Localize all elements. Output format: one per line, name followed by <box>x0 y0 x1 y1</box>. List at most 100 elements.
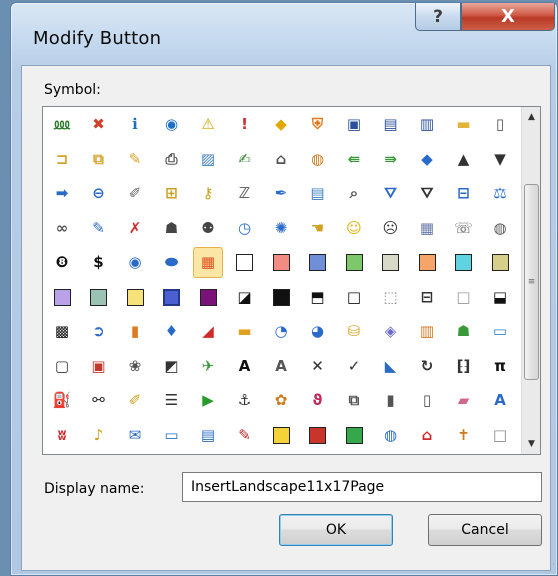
symbol-cell[interactable]: ⁅⁆ <box>449 351 479 382</box>
title-bar[interactable]: Modify Button ? X <box>11 3 557 63</box>
symbol-cell[interactable]: ⧉ <box>84 144 114 175</box>
symbol-cell[interactable]: □ <box>339 282 369 313</box>
symbol-cell[interactable]: ◉ <box>157 109 187 140</box>
symbol-cell[interactable]: ϑ <box>303 385 333 416</box>
symbol-cell[interactable]: ☰ <box>157 385 187 416</box>
symbol-cell[interactable]: ⊟ <box>449 178 479 209</box>
symbol-cell[interactable]: □ <box>485 420 515 451</box>
symbol-cell[interactable] <box>47 282 77 313</box>
symbol-cell[interactable]: ▲ <box>449 144 479 175</box>
symbol-cell[interactable]: ⬬ <box>157 247 187 278</box>
symbol-cell[interactable]: ▣ <box>339 109 369 140</box>
symbol-cell[interactable] <box>157 282 187 313</box>
symbol-cell[interactable]: ▨ <box>193 144 223 175</box>
symbol-cell[interactable]: ⚓ <box>230 385 260 416</box>
symbol-cell[interactable]: ◕ <box>303 316 333 347</box>
symbol-cell[interactable]: ➡ <box>47 178 77 209</box>
symbol-cell[interactable]: ▬ <box>449 109 479 140</box>
symbol-cell[interactable] <box>303 420 333 451</box>
symbol-cell[interactable]: ▰ <box>449 385 479 416</box>
symbol-cell[interactable]: ☺ <box>339 213 369 244</box>
symbol-cell[interactable]: ▩ <box>47 316 77 347</box>
symbol-cell[interactable]: ⚉ <box>193 213 223 244</box>
symbol-cell[interactable]: ⛁ <box>339 316 369 347</box>
symbol-cell[interactable]: ☏ <box>449 213 479 244</box>
symbol-cell[interactable]: ◩ <box>157 351 187 382</box>
symbol-cell[interactable]: ◉ <box>120 247 150 278</box>
symbol-cell[interactable]: ▥ <box>412 316 442 347</box>
symbol-cell[interactable]: ! <box>230 109 260 140</box>
symbol-cell[interactable]: ✕ <box>303 351 333 382</box>
symbol-cell[interactable]: ✎ <box>84 213 114 244</box>
symbol-cell[interactable]: ❀ <box>120 351 150 382</box>
symbol-cell[interactable]: $ <box>84 247 114 278</box>
vertical-scrollbar[interactable]: ▲ ≡ ▼ <box>521 107 540 454</box>
symbol-cell[interactable]: ♦ <box>157 316 187 347</box>
symbol-cell[interactable]: ▦ <box>193 247 223 278</box>
symbol-cell[interactable]: ⇛ <box>376 144 406 175</box>
symbol-cell[interactable]: ✎ <box>120 144 150 175</box>
symbol-cell[interactable]: ▯ <box>485 109 515 140</box>
symbol-cell[interactable]: ✎ <box>230 420 260 451</box>
symbol-cell[interactable]: ⬚ <box>376 282 406 313</box>
symbol-cell[interactable]: A <box>230 351 260 382</box>
symbol-cell[interactable] <box>376 247 406 278</box>
symbol-cell[interactable]: ⌂ <box>412 420 442 451</box>
symbol-cell[interactable] <box>193 282 223 313</box>
symbol-cell[interactable]: ▯ <box>412 385 442 416</box>
symbol-cell[interactable]: ✐ <box>120 385 150 416</box>
symbol-cell[interactable]: ◣ <box>376 351 406 382</box>
symbol-cell[interactable]: ⊞ <box>157 178 187 209</box>
symbol-cell[interactable]: ⊖ <box>84 178 114 209</box>
symbol-cell[interactable]: ▤ <box>376 109 406 140</box>
ok-button[interactable]: OK <box>279 514 393 546</box>
symbol-cell[interactable]: □ <box>449 282 479 313</box>
symbol-cell[interactable]: ✒ <box>266 178 296 209</box>
symbol-cell[interactable]: ⛛ <box>376 178 406 209</box>
symbol-cell[interactable]: ⚖ <box>485 178 515 209</box>
symbol-cell[interactable] <box>339 247 369 278</box>
symbol-cell[interactable]: ◆ <box>412 144 442 175</box>
symbol-cell[interactable]: A <box>485 385 515 416</box>
symbol-cell[interactable]: ⬒ <box>303 282 333 313</box>
symbol-cell[interactable]: ◍ <box>303 144 333 175</box>
symbol-cell[interactable]: ✖ <box>84 109 114 140</box>
symbol-cell[interactable] <box>84 282 114 313</box>
symbol-cell[interactable]: ✺ <box>266 213 296 244</box>
symbol-cell[interactable]: ⎙ <box>157 144 187 175</box>
symbol-cell[interactable]: ◷ <box>230 213 260 244</box>
symbol-cell[interactable]: ▭ <box>485 316 515 347</box>
symbol-cell[interactable] <box>485 247 515 278</box>
symbol-cell[interactable]: ☚ <box>303 213 333 244</box>
symbol-cell[interactable]: ⊟ <box>412 282 442 313</box>
symbol-cell[interactable]: ∞ <box>47 213 77 244</box>
symbol-cell[interactable] <box>266 247 296 278</box>
symbol-cell[interactable]: ✓ <box>339 351 369 382</box>
symbol-cell[interactable]: ⚠ <box>193 109 223 140</box>
symbol-cell[interactable] <box>412 247 442 278</box>
symbol-cell[interactable]: ▢ <box>47 351 77 382</box>
symbol-cell[interactable] <box>339 420 369 451</box>
cancel-button[interactable]: Cancel <box>428 514 542 546</box>
symbol-cell[interactable]: ◢ <box>193 316 223 347</box>
symbol-list[interactable]: ⅏ ✖ ℹ ◉ ⚠! ◆ ⛨ ▣ ▤ ▥ ▬ ▯ ⊐ ⧉ ✎ ⎙ ▨ ✍ ⌂ ◍ ⇚ ⇛ ◆ ▲ ▼ ➡ ⊖ ✐ ⊞ ⚷ ℤ ✒ ▤ ⌕ ⛛ ⛛ ⊟ ⚖ ∞… <box>42 106 541 455</box>
symbol-cell[interactable]: ☗ <box>157 213 187 244</box>
help-button[interactable]: ? <box>415 3 461 31</box>
symbol-cell[interactable]: ◆ <box>266 109 296 140</box>
symbol-cell[interactable]: ⚯ <box>84 385 114 416</box>
symbol-cell[interactable]: ❽ <box>47 247 77 278</box>
symbol-cell[interactable]: ʬ <box>47 420 77 451</box>
symbol-cell[interactable]: ✍ <box>230 144 260 175</box>
symbol-cell[interactable]: ℤ <box>230 178 260 209</box>
symbol-cell[interactable] <box>266 420 296 451</box>
resize-grip-icon[interactable]: ⋰ <box>546 563 555 573</box>
symbol-cell[interactable]: ▤ <box>303 178 333 209</box>
symbol-cell[interactable] <box>266 282 296 313</box>
symbol-cell[interactable]: ⊐ <box>47 144 77 175</box>
symbol-cell[interactable]: ▶ <box>193 385 223 416</box>
close-button[interactable]: X <box>461 3 555 31</box>
symbol-cell[interactable] <box>303 247 333 278</box>
symbol-cell[interactable]: ◍ <box>485 213 515 244</box>
symbol-cell[interactable]: ▬ <box>230 316 260 347</box>
scroll-down-button[interactable]: ▼ <box>522 435 540 453</box>
